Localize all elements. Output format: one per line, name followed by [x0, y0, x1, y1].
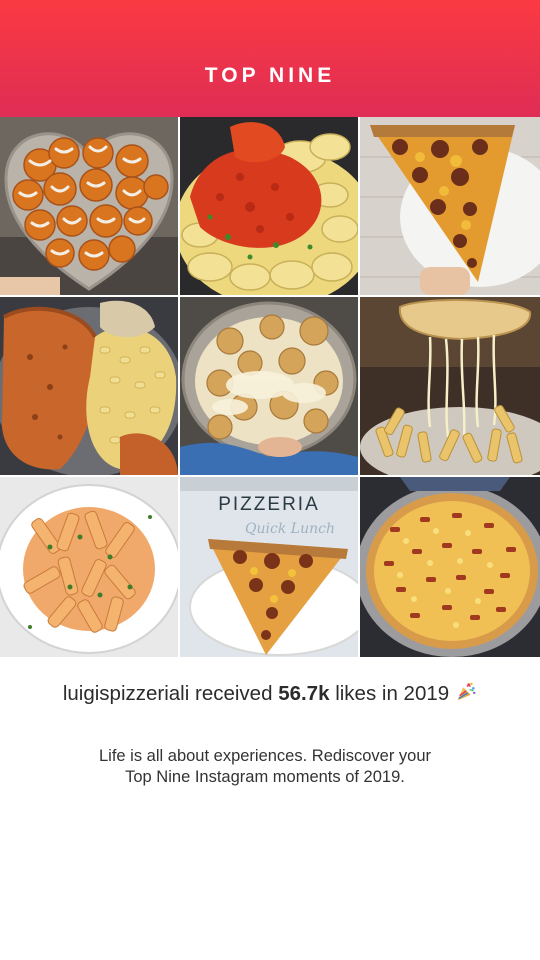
pizzeria-sign-text: PIZZERIA — [218, 494, 320, 515]
bacon-mac-pizza-image — [360, 477, 540, 657]
received-text: received — [189, 682, 279, 705]
tagline-line-2: Top Nine Instagram moments of 2019. — [125, 768, 405, 786]
likes-suffix: likes in 2019 — [329, 682, 450, 705]
photo-tile-3[interactable] — [360, 117, 540, 295]
photo-tile-2[interactable] — [180, 117, 358, 295]
photo-tile-4[interactable] — [0, 297, 178, 475]
party-popper-icon — [457, 682, 476, 701]
photo-tile-8[interactable]: PIZZERIA Quick Lunch — [180, 477, 358, 657]
photo-tile-1[interactable] — [0, 117, 178, 295]
photo-tile-5[interactable] — [180, 297, 358, 475]
header-banner: TOP NINE — [0, 0, 540, 117]
photo-grid: PIZZERIA Quick Lunch — [0, 117, 540, 657]
tortellini-bolognese-image — [180, 117, 358, 295]
pizzeria-sign-pizza-slice-image: PIZZERIA Quick Lunch — [180, 477, 358, 657]
photo-tile-9[interactable] — [360, 477, 540, 657]
tagline: Life is all about experiences. Rediscove… — [40, 746, 490, 788]
cheesy-penne-pull-image — [360, 297, 540, 475]
photo-tile-7[interactable] — [0, 477, 178, 657]
calzone-mac-and-cheese-image — [0, 297, 178, 475]
penne-vodka-plate-image — [0, 477, 178, 657]
likes-summary: luigispizzeriali received 56.7k likes in… — [0, 681, 540, 706]
username[interactable]: luigispizzeriali — [63, 682, 189, 705]
likes-count: 56.7k — [278, 682, 330, 705]
bbq-pizza-slice-image — [360, 117, 540, 295]
garlic-knots-cheese-tray-image — [180, 297, 358, 475]
svg-text:Quick Lunch: Quick Lunch — [245, 521, 335, 537]
page-title: TOP NINE — [204, 64, 336, 87]
photo-tile-6[interactable] — [360, 297, 540, 475]
tagline-line-1: Life is all about experiences. Rediscove… — [98, 747, 431, 765]
garlic-knots-heart-tray-image — [0, 117, 178, 295]
